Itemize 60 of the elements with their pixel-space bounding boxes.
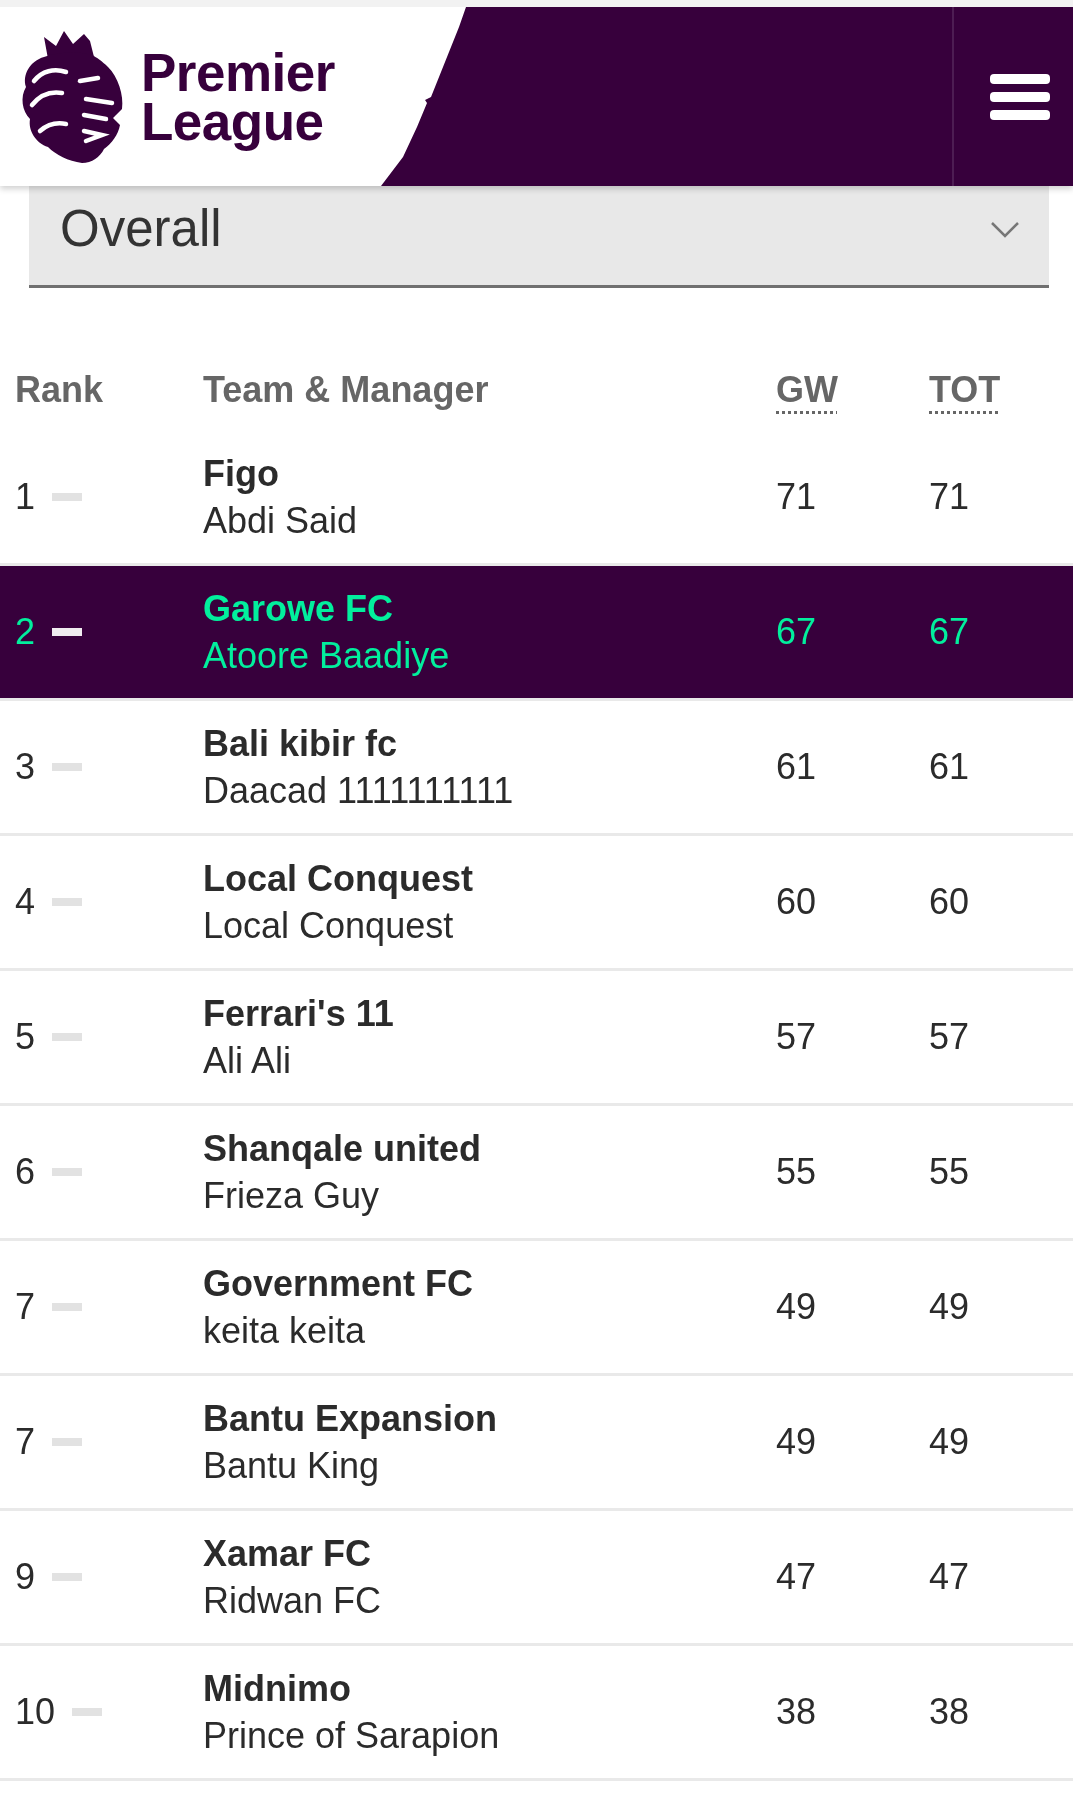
gameweek-points: 55 bbox=[776, 1151, 817, 1193]
gameweek-points: 71 bbox=[776, 476, 817, 518]
total-points: 71 bbox=[929, 476, 970, 518]
rank-number: 5 bbox=[15, 1015, 36, 1059]
standings-row[interactable]: 2 Garowe FC Atoore Baadiye 67 67 bbox=[0, 566, 1073, 701]
team-name: Ferrari's 11 bbox=[203, 992, 395, 1036]
rank-number: 6 bbox=[15, 1150, 36, 1194]
manager-name: Ali Ali bbox=[203, 1039, 293, 1083]
manager-name: Local Conquest bbox=[203, 904, 455, 948]
rank-number: 7 bbox=[15, 1420, 36, 1464]
rank-number: 3 bbox=[15, 745, 36, 789]
team-name: Local Conquest bbox=[203, 857, 475, 901]
team-name: Xamar FC bbox=[203, 1532, 373, 1576]
rank-number: 4 bbox=[15, 880, 36, 924]
total-points: 49 bbox=[929, 1286, 970, 1328]
column-header: GW bbox=[776, 368, 838, 412]
total-points: 49 bbox=[929, 1421, 970, 1463]
gameweek-points: 57 bbox=[776, 1016, 817, 1058]
menu-icon bbox=[990, 73, 1050, 120]
league-filter-dropdown[interactable]: Overall bbox=[29, 186, 1049, 288]
crowned-lion-head-icon bbox=[20, 30, 124, 163]
total-points: 61 bbox=[929, 746, 970, 788]
gameweek-points: 49 bbox=[776, 1421, 817, 1463]
rank-number: 9 bbox=[15, 1555, 36, 1599]
chevron-down-icon bbox=[990, 220, 1020, 239]
total-points: 38 bbox=[929, 1691, 970, 1733]
total-points: 47 bbox=[929, 1556, 970, 1598]
team-name: Midnimo bbox=[203, 1667, 352, 1711]
rank-number: 1 bbox=[15, 475, 36, 519]
gameweek-points: 67 bbox=[776, 611, 817, 653]
team-name: Government FC bbox=[203, 1262, 475, 1306]
gameweek-points: 61 bbox=[776, 746, 817, 788]
manager-name: Prince of Sarapion bbox=[203, 1714, 501, 1758]
total-points: 60 bbox=[929, 881, 970, 923]
team-name: Bali kibir fc bbox=[203, 722, 399, 766]
column-header: TOT bbox=[929, 368, 1001, 412]
team-name: Figo bbox=[203, 452, 280, 496]
total-points: 67 bbox=[929, 611, 970, 653]
total-points: 57 bbox=[929, 1016, 970, 1058]
manager-name: Abdi Said bbox=[203, 499, 359, 543]
gameweek-points: 38 bbox=[776, 1691, 817, 1733]
team-name: Bantu Expansion bbox=[203, 1397, 499, 1441]
manager-name: Daacad 1111111111 bbox=[203, 769, 515, 813]
manager-name: Atoore Baadiye bbox=[203, 634, 451, 678]
column-header: Rank bbox=[15, 368, 104, 412]
premier-league-logo[interactable]: Premier League bbox=[0, 7, 381, 186]
manager-name: Ridwan FC bbox=[203, 1579, 383, 1623]
gameweek-points: 49 bbox=[776, 1286, 817, 1328]
manager-name: Frieza Guy bbox=[203, 1174, 381, 1218]
manager-name: Bantu King bbox=[203, 1444, 381, 1488]
rank-number: 2 bbox=[15, 610, 36, 654]
team-name: Shanqale united bbox=[203, 1127, 483, 1171]
team-name: Garowe FC bbox=[203, 587, 395, 631]
total-points: 55 bbox=[929, 1151, 970, 1193]
rank-number: 7 bbox=[15, 1285, 36, 1329]
gameweek-points: 47 bbox=[776, 1556, 817, 1598]
manager-name: keita keita bbox=[203, 1309, 367, 1353]
column-header: Team & Manager bbox=[203, 368, 489, 412]
rank-number: 10 bbox=[15, 1690, 56, 1734]
gameweek-points: 60 bbox=[776, 881, 817, 923]
